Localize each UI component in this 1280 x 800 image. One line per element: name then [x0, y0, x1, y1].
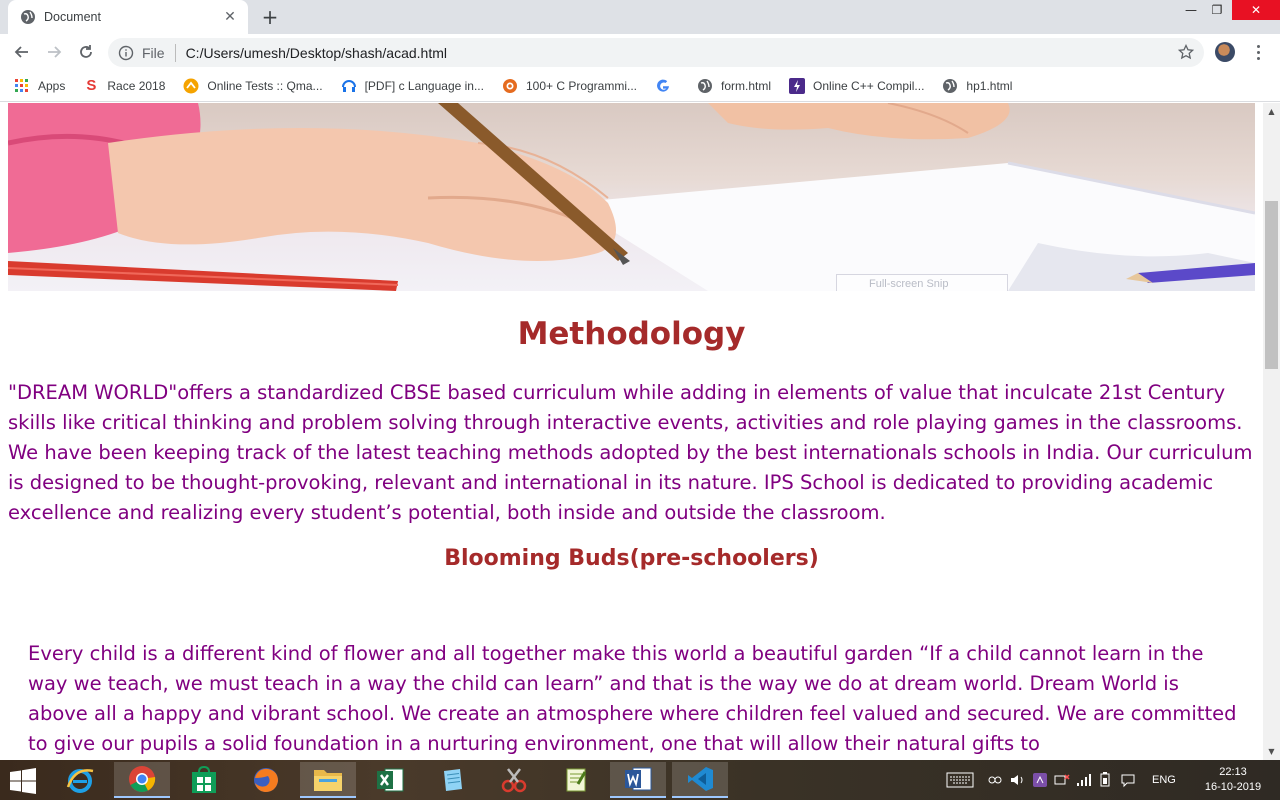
apps-grid-icon — [14, 78, 30, 94]
pdf-icon — [341, 78, 357, 94]
taskbar-firefox-icon[interactable] — [238, 762, 294, 798]
snip-overlay-label: Full-screen Snip — [836, 274, 1008, 291]
tab-document[interactable]: Document ✕ — [8, 0, 248, 34]
taskbar-chrome-icon[interactable] — [114, 762, 170, 798]
bookmark-google[interactable] — [655, 78, 679, 94]
touch-keyboard-icon[interactable] — [946, 771, 974, 789]
system-clock[interactable]: 22:13 16-10-2019 — [1198, 765, 1268, 795]
onenote-tray-icon[interactable] — [1032, 772, 1048, 788]
info-icon[interactable] — [118, 45, 134, 61]
vertical-scrollbar[interactable]: ▲ ▼ — [1263, 103, 1280, 760]
battery-icon[interactable] — [1098, 772, 1114, 788]
methodology-paragraph: "DREAM WORLD"offers a standardized CBSE … — [8, 381, 1253, 524]
child-writing-illustration — [8, 103, 1255, 291]
bookmark-label: [PDF] c Language in... — [364, 78, 484, 93]
bookmark-online-cpp[interactable]: Online C++ Compil... — [789, 77, 925, 94]
scroll-thumb[interactable] — [1265, 201, 1278, 369]
methodology-heading: Methodology — [517, 316, 746, 352]
tab-close-icon[interactable]: ✕ — [222, 9, 238, 25]
bookmark-label: form.html — [721, 78, 772, 93]
windows-taskbar: ENG 22:13 16-10-2019 — [0, 760, 1280, 800]
close-window-icon[interactable]: ✕ — [1232, 0, 1280, 20]
taskbar-notepad-icon[interactable] — [424, 762, 480, 798]
taskbar-snipping-tool-icon[interactable] — [486, 762, 542, 798]
forward-icon[interactable] — [40, 38, 68, 66]
scroll-up-icon[interactable]: ▲ — [1263, 103, 1280, 120]
bookmark-star-icon[interactable] — [1178, 44, 1194, 60]
language-indicator[interactable]: ENG — [1152, 774, 1176, 786]
taskbar-file-explorer-icon[interactable] — [300, 762, 356, 798]
tab-strip: Document ✕ + — ❐ ✕ — [0, 0, 1280, 34]
windows-start-icon[interactable] — [8, 768, 38, 794]
address-scheme: File — [142, 44, 165, 61]
back-icon[interactable] — [8, 38, 36, 66]
taskbar-ie-icon[interactable] — [52, 762, 108, 798]
bookmark-pdf-c[interactable]: [PDF] c Language in... — [341, 78, 484, 94]
taskbar-excel-icon[interactable] — [362, 762, 418, 798]
tab-title: Document — [44, 10, 101, 24]
taskbar-vscode-icon[interactable] — [672, 762, 728, 798]
bookmarks-bar: Apps S Race 2018 Online Tests :: Qma... … — [0, 70, 1280, 102]
signal-bars-icon[interactable] — [1076, 773, 1092, 787]
clock-date: 16-10-2019 — [1204, 781, 1262, 793]
bookmark-hp1[interactable]: hp1.html — [942, 78, 1012, 94]
hero-image: Full-screen Snip — [8, 103, 1255, 291]
blooming-buds-paragraph: Every child is a different kind of flowe… — [28, 642, 1237, 755]
compiler-icon — [789, 77, 806, 94]
qma-icon — [183, 78, 199, 94]
bookmark-race[interactable]: S Race 2018 — [83, 77, 166, 94]
page-viewport: Full-screen Snip Methodology "DREAM WORL… — [0, 103, 1263, 760]
bookmark-label: Race 2018 — [107, 78, 166, 93]
c-prog-icon — [502, 78, 518, 94]
action-center-chat-icon[interactable] — [1120, 772, 1136, 788]
clock-time: 22:13 — [1219, 766, 1247, 778]
bookmark-label: Apps — [38, 78, 66, 93]
new-tab-icon[interactable]: + — [258, 5, 282, 29]
scroll-down-icon[interactable]: ▼ — [1263, 743, 1280, 760]
globe-icon — [697, 78, 713, 94]
bookmark-label: Online C++ Compil... — [813, 78, 925, 93]
globe-icon — [21, 10, 35, 24]
system-tray: ENG — [946, 760, 1176, 800]
taskbar-notepad-plus-plus-icon[interactable] — [548, 762, 604, 798]
browser-toolbar: File C:/Users/umesh/Desktop/shash/acad.h… — [0, 34, 1280, 70]
menu-kebab-icon[interactable] — [1250, 42, 1266, 62]
bookmark-c-programs[interactable]: 100+ C Programmi... — [502, 78, 637, 94]
blooming-buds-heading: Blooming Buds(pre-schoolers) — [444, 546, 819, 571]
profile-avatar[interactable] — [1215, 42, 1235, 62]
globe-icon — [942, 78, 958, 94]
volume-icon[interactable] — [1010, 773, 1026, 787]
address-url[interactable]: C:/Users/umesh/Desktop/shash/acad.html — [186, 45, 447, 61]
bookmark-online-tests[interactable]: Online Tests :: Qma... — [183, 78, 323, 94]
bookmark-form[interactable]: form.html — [697, 78, 771, 94]
address-bar[interactable]: File C:/Users/umesh/Desktop/shash/acad.h… — [108, 38, 1204, 67]
bookmark-label: hp1.html — [966, 78, 1013, 93]
taskbar-store-icon[interactable] — [176, 762, 232, 798]
address-separator — [174, 43, 176, 62]
taskbar-word-icon[interactable] — [610, 762, 666, 798]
bookmark-label: Online Tests :: Qma... — [207, 78, 323, 93]
network-link-icon[interactable] — [988, 773, 1002, 787]
reload-icon[interactable] — [72, 38, 100, 66]
race-s-icon: S — [86, 77, 97, 94]
bookmark-label: 100+ C Programmi... — [525, 78, 638, 93]
google-icon — [655, 78, 671, 94]
no-internet-icon[interactable] — [1054, 772, 1070, 788]
bookmark-apps[interactable]: Apps — [14, 78, 65, 94]
